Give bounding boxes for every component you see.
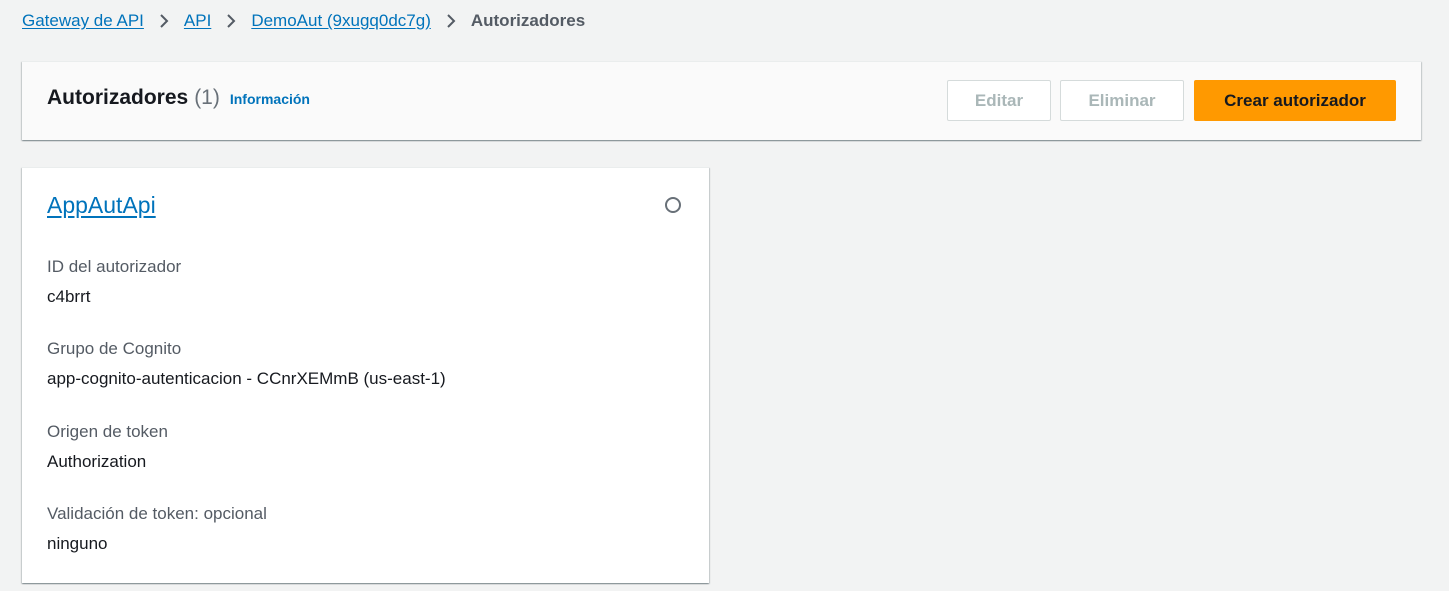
chevron-right-icon <box>211 11 251 31</box>
breadcrumb-item-demoaut[interactable]: DemoAut (9xugq0dc7g) <box>251 11 431 31</box>
page-title: Autorizadores <box>47 86 189 109</box>
delete-button[interactable]: Eliminar <box>1060 80 1184 121</box>
field-token-validation: Validación de token: opcional ninguno <box>47 503 267 555</box>
breadcrumb-item-api[interactable]: API <box>184 11 211 31</box>
breadcrumb: Gateway de API API DemoAut (9xugq0dc7g) … <box>22 10 585 32</box>
select-radio-icon[interactable] <box>665 197 681 213</box>
info-link[interactable]: Información <box>230 91 310 107</box>
authorizers-count: (1) <box>194 86 220 109</box>
breadcrumb-item-api-gateway[interactable]: Gateway de API <box>22 11 144 31</box>
field-token-source: Origen de token Authorization <box>47 421 168 473</box>
authorizers-header: Autorizadores (1) Información Editar Eli… <box>22 61 1421 140</box>
field-label: ID del autorizador <box>47 257 182 276</box>
field-label: Grupo de Cognito <box>47 339 182 358</box>
edit-button[interactable]: Editar <box>947 80 1051 121</box>
field-cognito-pool: Grupo de Cognito app-cognito-autenticaci… <box>47 338 446 390</box>
authorizer-name-link[interactable]: AppAutApi <box>47 192 156 219</box>
field-label: Validación de token: opcional <box>47 504 267 523</box>
field-value: c4brrt <box>47 287 91 306</box>
field-authorizer-id: ID del autorizador c4brrt <box>47 256 181 308</box>
chevron-right-icon <box>431 11 471 31</box>
create-authorizer-button[interactable]: Crear autorizador <box>1194 80 1396 121</box>
field-value: app-cognito-autenticacion - CCnrXEMmB (u… <box>47 369 446 388</box>
field-value: Authorization <box>47 452 147 471</box>
field-value: ninguno <box>47 534 108 553</box>
authorizer-card[interactable]: AppAutApi ID del autorizador c4brrt Grup… <box>22 167 709 583</box>
field-label: Origen de token <box>47 422 168 441</box>
breadcrumb-current: Autorizadores <box>470 11 586 30</box>
chevron-right-icon <box>144 11 184 31</box>
header-title-group: Autorizadores (1) Información <box>47 86 310 110</box>
